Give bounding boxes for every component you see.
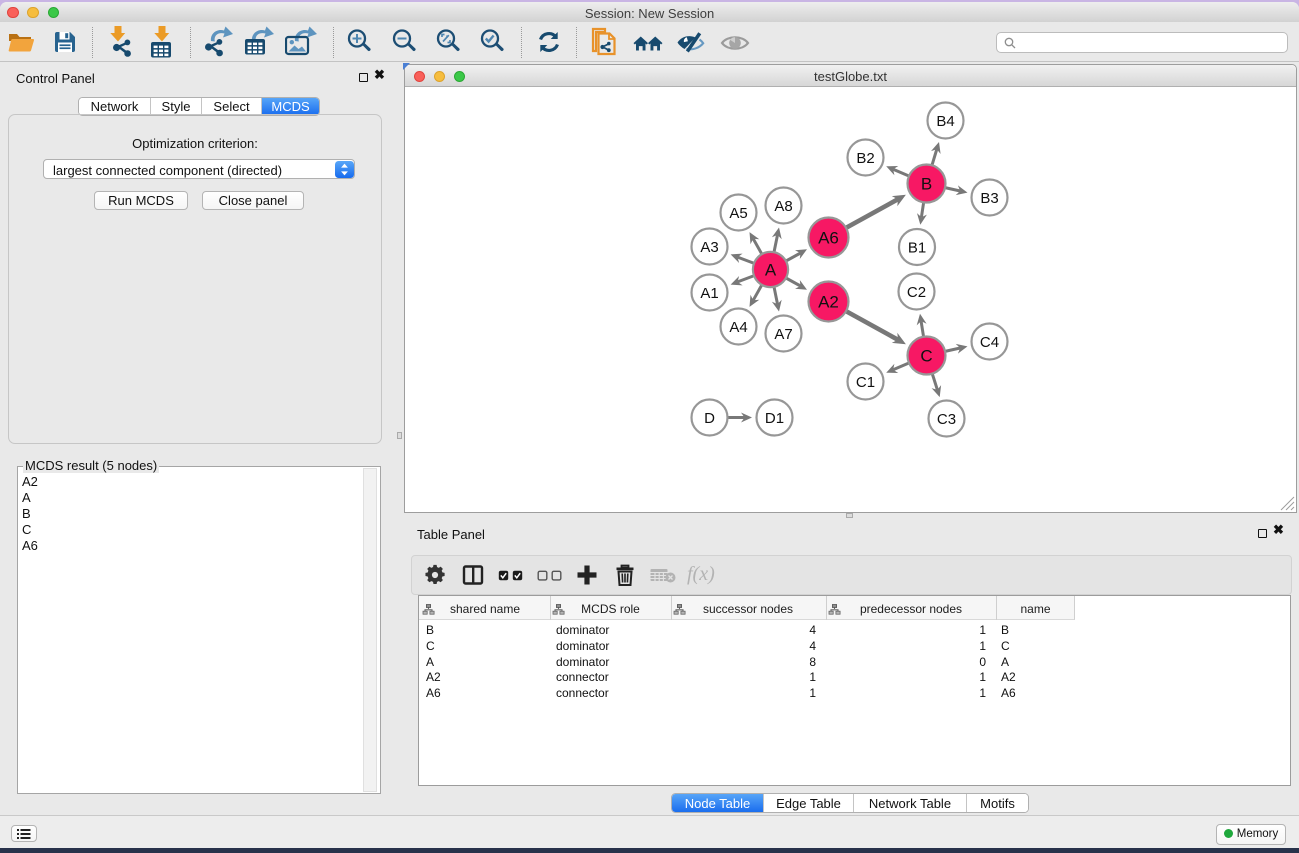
svg-text:A: A [765, 261, 777, 280]
svg-text:B: B [921, 175, 932, 194]
svg-text:A1: A1 [700, 285, 718, 302]
svg-text:A8: A8 [774, 198, 792, 215]
svg-text:C4: C4 [980, 334, 999, 351]
svg-text:B2: B2 [856, 150, 874, 167]
svg-text:A3: A3 [700, 239, 718, 256]
svg-text:B1: B1 [908, 239, 926, 256]
svg-text:A5: A5 [729, 205, 747, 222]
svg-text:C2: C2 [907, 284, 926, 301]
svg-text:A4: A4 [729, 319, 747, 336]
svg-text:A7: A7 [774, 326, 792, 343]
svg-text:B4: B4 [936, 113, 954, 130]
svg-text:D1: D1 [765, 410, 784, 427]
svg-text:D: D [704, 410, 715, 427]
svg-text:C1: C1 [856, 374, 875, 391]
svg-text:B3: B3 [980, 190, 998, 207]
svg-text:C: C [920, 347, 932, 366]
svg-text:A2: A2 [818, 293, 839, 312]
svg-text:A6: A6 [818, 229, 839, 248]
svg-text:C3: C3 [937, 411, 956, 428]
